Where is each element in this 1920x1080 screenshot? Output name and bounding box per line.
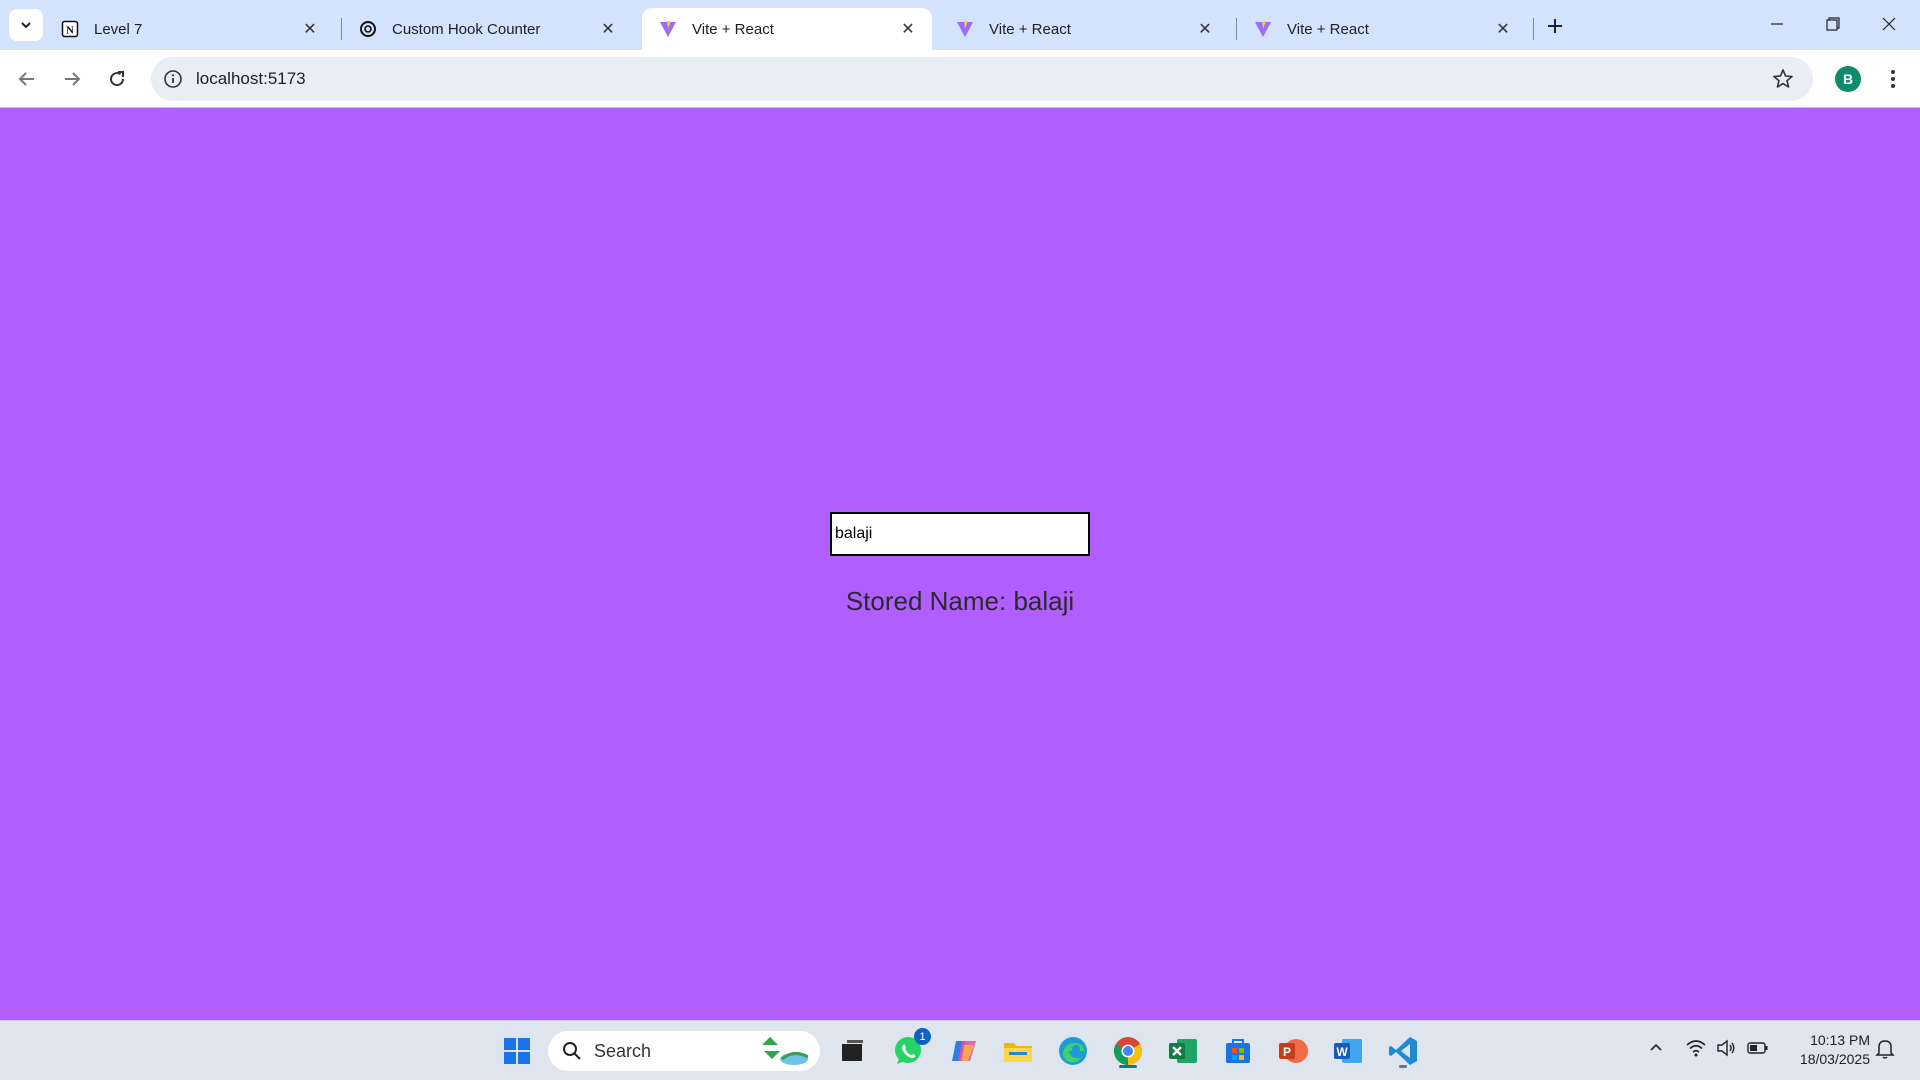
powerpoint-icon: P [1279, 1039, 1308, 1063]
chevron-up-icon [1650, 1043, 1662, 1051]
site-info-icon[interactable] [163, 69, 183, 89]
clock-time: 10:13 PM [1810, 1032, 1870, 1048]
vertical-dots-icon [1891, 70, 1895, 88]
task-view-button[interactable] [832, 1031, 872, 1071]
page-content: Stored Name: balaji [0, 108, 1920, 1020]
windows-icon [504, 1038, 530, 1064]
tab-strip: N Level 7 ✕ Custom Hook Counter ✕ Vite +… [0, 0, 1920, 50]
vite-icon [658, 19, 678, 39]
tab-title: Custom Hook Counter [392, 20, 541, 38]
recycle-widget-icon [762, 1037, 808, 1065]
close-icon[interactable]: ✕ [1493, 19, 1513, 39]
tab-vite-react-active[interactable]: Vite + React ✕ [642, 8, 932, 50]
chrome-icon [1114, 1037, 1142, 1065]
close-icon[interactable]: ✕ [598, 19, 618, 39]
minimize-icon [1771, 23, 1783, 25]
notifications-button[interactable] [1875, 1038, 1895, 1063]
reload-button[interactable] [100, 62, 134, 96]
volume-button[interactable] [1716, 1039, 1736, 1060]
restore-button[interactable] [1808, 6, 1858, 42]
notification-badge: 1 [914, 1028, 931, 1045]
plus-icon [1548, 19, 1562, 33]
battery-button[interactable] [1747, 1039, 1769, 1060]
taskbar-copilot[interactable] [944, 1031, 984, 1071]
folder-icon [1004, 1043, 1032, 1062]
stored-name-text: Stored Name: balaji [845, 586, 1075, 616]
taskbar: Search 1 P W 10:13 PM 18/03/2025 [0, 1020, 1920, 1080]
tab-vite-react[interactable]: Vite + React ✕ [939, 8, 1229, 50]
taskbar-edge[interactable] [1053, 1031, 1093, 1071]
wifi-button[interactable] [1686, 1039, 1706, 1060]
arrow-left-icon [18, 72, 34, 86]
taskbar-store[interactable] [1218, 1031, 1258, 1071]
profile-avatar[interactable]: B [1835, 66, 1861, 92]
tab-separator [1533, 18, 1534, 40]
start-button[interactable] [497, 1031, 537, 1071]
svg-text:P: P [1283, 1045, 1291, 1059]
task-view-icon [842, 1040, 863, 1061]
close-icon[interactable]: ✕ [300, 19, 320, 39]
vite-icon [955, 19, 975, 39]
bookmark-star-icon[interactable] [1771, 67, 1795, 91]
active-indicator [1119, 1065, 1137, 1068]
taskbar-vscode[interactable] [1383, 1031, 1423, 1071]
browser-toolbar: localhost:5173 B [0, 50, 1920, 108]
new-tab-button[interactable] [1541, 12, 1569, 40]
store-icon [1226, 1039, 1250, 1063]
wifi-icon [1686, 1040, 1706, 1057]
edge-icon [1059, 1037, 1087, 1065]
forward-button[interactable] [55, 62, 89, 96]
taskbar-excel[interactable] [1163, 1031, 1203, 1071]
close-icon[interactable]: ✕ [898, 19, 918, 39]
close-icon[interactable]: ✕ [1195, 19, 1215, 39]
back-button[interactable] [10, 62, 44, 96]
taskbar-clock[interactable]: 10:13 PM 18/03/2025 [1780, 1031, 1870, 1069]
openai-icon [358, 19, 378, 39]
notification-bell-icon [1875, 1040, 1895, 1059]
tab-title: Level 7 [94, 20, 143, 38]
tab-title: Vite + React [1287, 20, 1369, 38]
svg-text:W: W [1336, 1045, 1348, 1059]
speaker-icon [1717, 1039, 1735, 1057]
close-icon [1882, 17, 1896, 31]
minimize-button[interactable] [1752, 6, 1802, 42]
tray-overflow-button[interactable] [1648, 1039, 1664, 1058]
address-bar[interactable]: localhost:5173 [151, 57, 1813, 101]
tab-title: Vite + React [692, 20, 774, 38]
tab-search-button[interactable] [9, 9, 43, 41]
vscode-icon [1389, 1037, 1417, 1065]
taskbar-powerpoint[interactable]: P [1273, 1031, 1313, 1071]
chevron-down-icon [21, 22, 31, 29]
tab-title: Vite + React [989, 20, 1071, 38]
taskbar-chrome[interactable] [1108, 1031, 1148, 1071]
taskbar-file-explorer[interactable] [998, 1031, 1038, 1071]
reload-icon [110, 71, 125, 87]
name-input[interactable] [830, 512, 1090, 556]
tab-vite-react[interactable]: Vite + React ✕ [1237, 8, 1527, 50]
restore-icon [1826, 17, 1840, 31]
tab-custom-hook-counter[interactable]: Custom Hook Counter ✕ [342, 8, 632, 50]
tab-level-7[interactable]: N Level 7 ✕ [44, 8, 334, 50]
search-icon [563, 1042, 581, 1060]
taskbar-word[interactable]: W [1328, 1031, 1368, 1071]
excel-icon [1169, 1039, 1197, 1063]
taskbar-search[interactable]: Search [548, 1031, 820, 1071]
word-icon: W [1334, 1039, 1362, 1063]
url-text[interactable]: localhost:5173 [196, 69, 306, 89]
taskbar-whatsapp[interactable]: 1 [888, 1028, 931, 1071]
running-indicator [1399, 1065, 1407, 1068]
close-window-button[interactable] [1864, 6, 1914, 42]
copilot-icon [952, 1041, 976, 1061]
clock-date: 18/03/2025 [1799, 1051, 1870, 1067]
notion-icon: N [60, 19, 80, 39]
battery-icon [1747, 1042, 1768, 1054]
svg-text:N: N [66, 25, 74, 37]
vite-icon [1253, 19, 1273, 39]
arrow-right-icon [65, 72, 81, 86]
search-label: Search [594, 1040, 652, 1061]
more-menu-button[interactable] [1882, 64, 1904, 94]
